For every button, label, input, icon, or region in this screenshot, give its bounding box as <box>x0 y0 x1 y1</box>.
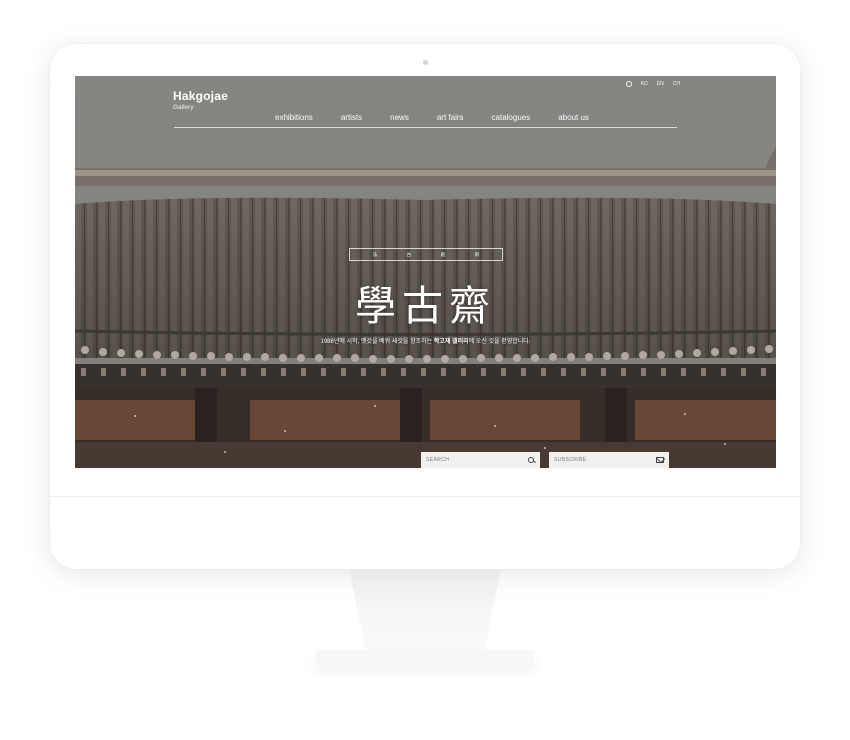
monitor-stand-neck <box>349 569 501 659</box>
nav-news[interactable]: news <box>390 113 409 122</box>
welcome-suffix: 에 오신 것을 환영합니다. <box>468 339 531 345</box>
nav-art-fairs[interactable]: art fairs <box>437 113 464 122</box>
search-input[interactable] <box>426 457 528 463</box>
tagline-char: 新 <box>474 251 480 257</box>
nav-about-us[interactable]: about us <box>558 113 589 122</box>
welcome-gallery-name: 학고재 갤러리 <box>433 339 469 345</box>
search-box <box>421 452 540 468</box>
main-nav: exhibitions artists news art fairs catal… <box>275 113 617 122</box>
monitor-stand-base <box>316 650 534 666</box>
webcam-dot <box>423 60 428 65</box>
tagline-char: 古 <box>406 251 412 257</box>
language-switcher: KO EN CH <box>625 81 680 87</box>
search-icon[interactable] <box>528 456 535 464</box>
gallery-logo[interactable]: Hakgojae Gallery <box>173 89 228 111</box>
hero-welcome-text: 1988년에 시작, 옛것을 배워 새것을 창조하는 학고재 갤러리에 오신 것… <box>75 336 776 345</box>
tagline-box: 法 古 創 新 <box>349 248 503 261</box>
monitor-chin-divider <box>50 496 800 497</box>
hero-title-hanja: 學古齋 <box>355 282 496 330</box>
lang-ko[interactable]: KO <box>641 81 648 87</box>
subscribe-input[interactable] <box>554 457 656 463</box>
nav-divider <box>174 127 677 128</box>
tagline-char: 法 <box>372 251 378 257</box>
nav-artists[interactable]: artists <box>341 113 362 122</box>
tagline-char: 創 <box>440 251 446 257</box>
subscribe-box <box>549 452 669 468</box>
welcome-prefix: 1988년에 시작, 옛것을 배워 새것을 창조하는 <box>320 339 434 345</box>
mail-icon[interactable] <box>656 457 664 463</box>
website-screen: Hakgojae Gallery KO EN CH exhibitions ar… <box>75 76 776 468</box>
lang-en[interactable]: EN <box>657 81 664 87</box>
lang-ch[interactable]: CH <box>673 81 680 87</box>
globe-icon <box>625 81 632 87</box>
logo-title: Hakgojae <box>173 89 228 103</box>
logo-subtitle: Gallery <box>173 104 194 111</box>
nav-catalogues[interactable]: catalogues <box>492 113 531 122</box>
nav-exhibitions[interactable]: exhibitions <box>275 113 313 122</box>
